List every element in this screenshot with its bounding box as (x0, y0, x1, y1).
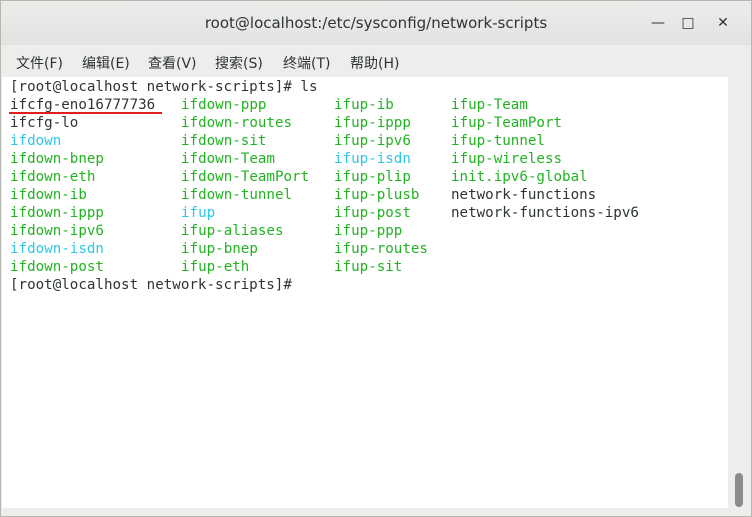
ls-entry: ifup-bnep (181, 241, 258, 257)
highlight-underline (9, 112, 162, 114)
ls-entry: ifup-wireless (451, 151, 563, 167)
scrollbar-thumb[interactable] (735, 473, 743, 507)
ls-entry: init.ipv6-global (451, 169, 588, 185)
ls-entry: ifdown-ib (10, 187, 87, 203)
menu-bar: 文件(F) 编辑(E) 查看(V) 搜索(S) 终端(T) 帮助(H) (1, 45, 751, 77)
ls-entry: ifdown-sit (181, 133, 267, 149)
ls-entry: ifup-ib (334, 97, 394, 113)
maximize-icon[interactable]: □ (680, 15, 696, 31)
ls-entry: ifup-routes (334, 241, 428, 257)
window-title: root@localhost:/etc/sysconfig/network-sc… (204, 14, 548, 32)
ls-entry: ifup-ippp (334, 115, 411, 131)
ls-entry: ifdown-tunnel (181, 187, 293, 203)
ls-entry: network-functions-ipv6 (451, 205, 639, 221)
menu-help[interactable]: 帮助(H) (350, 53, 399, 73)
terminal-output[interactable]: [root@localhost network-scripts]# ls ifc… (2, 77, 728, 508)
ls-entry: ifdown-bnep (10, 151, 104, 167)
prompt-ls-command: [root@localhost network-scripts]# ls (10, 79, 318, 95)
ls-entry: ifdown-isdn (10, 241, 104, 257)
ls-entry: ifdown-post (10, 259, 104, 275)
menu-file[interactable]: 文件(F) (16, 53, 63, 73)
ls-entry: ifup-TeamPort (451, 115, 563, 131)
minimize-icon[interactable]: — (650, 15, 666, 31)
menu-edit[interactable]: 编辑(E) (82, 53, 130, 73)
menu-terminal[interactable]: 终端(T) (283, 53, 330, 73)
ls-entry: ifdown (10, 133, 62, 149)
ls-entry: ifup-ppp (334, 223, 403, 239)
ls-entry: ifup-plip (334, 169, 411, 185)
ls-entry: ifup (181, 205, 216, 221)
ls-entry: ifup-Team (451, 97, 528, 113)
ls-entry: ifdown-ippp (10, 205, 104, 221)
menu-search[interactable]: 搜索(S) (215, 53, 263, 73)
ls-entry: ifdown-Team (181, 151, 275, 167)
menu-view[interactable]: 查看(V) (148, 53, 197, 73)
prompt-current: [root@localhost network-scripts]# (10, 277, 301, 293)
ls-entry: network-functions (451, 187, 597, 203)
ls-entry: ifdown-routes (181, 115, 293, 131)
ls-entry: ifup-tunnel (451, 133, 545, 149)
ls-entry: ifup-eth (181, 259, 250, 275)
ls-entry: ifup-post (334, 205, 411, 221)
ls-entry: ifdown-ppp (181, 97, 267, 113)
ls-entry: ifup-isdn (334, 151, 411, 167)
ls-entry: ifdown-ipv6 (10, 223, 104, 239)
title-bar[interactable]: root@localhost:/etc/sysconfig/network-sc… (1, 1, 751, 45)
ls-entry: ifdown-TeamPort (181, 169, 310, 185)
ls-entry: ifup-plusb (334, 187, 420, 203)
scrollbar[interactable] (728, 77, 750, 508)
close-icon[interactable]: ✕ (715, 15, 731, 31)
ls-entry: ifdown-eth (10, 169, 96, 185)
ls-entry: ifup-sit (334, 259, 403, 275)
ls-entry: ifup-ipv6 (334, 133, 411, 149)
ls-entry: ifcfg-lo (10, 115, 79, 131)
terminal-window: root@localhost:/etc/sysconfig/network-sc… (0, 0, 752, 517)
ls-entry: ifup-aliases (181, 223, 284, 239)
